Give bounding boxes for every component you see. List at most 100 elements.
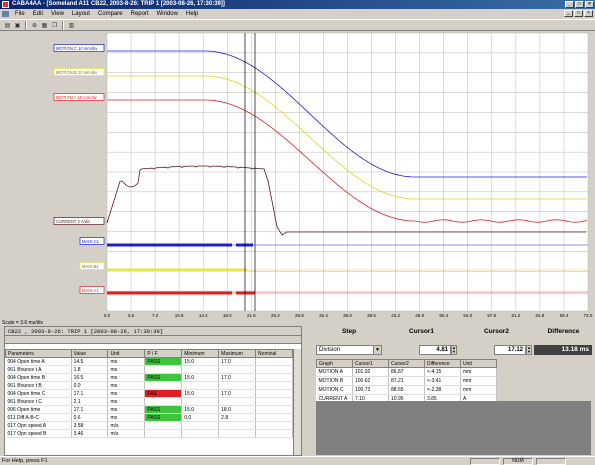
cursor-cell-c1: 101.02 [352, 367, 389, 377]
param-max: 17.0 [218, 357, 257, 366]
chart-icon[interactable]: ▥ [67, 21, 76, 30]
menu-file[interactable]: File [11, 11, 29, 17]
table-row[interactable]: MOTION B 100.62 87.21 <-3.41 mm [316, 376, 497, 386]
status-bar: For Help, press F1 NUM [0, 456, 595, 465]
save-icon[interactable]: ▣ [13, 21, 22, 30]
cursor-cell-unit: mm [460, 367, 497, 377]
x-tick-label: 25.2 [271, 313, 280, 318]
parameters-table: Parameters Value Unit P / F Minimum Maxi… [5, 349, 293, 438]
child-minimize-button[interactable]: _ [564, 10, 573, 17]
param-value: 14.5 [71, 357, 109, 366]
horizontal-scrollbar[interactable] [5, 336, 301, 344]
chevron-down-icon[interactable]: ▼ [373, 346, 381, 354]
col-difference[interactable]: Difference [424, 359, 461, 368]
table-row[interactable]: 061 Bounce t C 2.1 ms [5, 397, 293, 406]
child-restore-button[interactable]: □ [574, 10, 583, 17]
minimize-button[interactable]: _ [565, 1, 574, 8]
document-icon[interactable] [2, 11, 9, 17]
print-icon[interactable]: ▦ [40, 21, 49, 30]
param-pf: PASS [144, 413, 183, 422]
x-tick-label: 61.2 [511, 313, 520, 318]
param-value: 0.0 [71, 381, 109, 390]
col-unit[interactable]: Unit [460, 359, 497, 368]
param-min: 15.0 [181, 373, 220, 382]
x-tick-label: 50.4 [439, 313, 448, 318]
zoom-icon[interactable]: ⊕ [30, 21, 39, 30]
col-parameters[interactable]: Parameters [5, 349, 72, 358]
menu-edit[interactable]: Edit [29, 11, 47, 17]
param-label: Opn speed A [17, 422, 47, 429]
param-pf: PASS [144, 373, 183, 382]
param-name: 004 Open time A [5, 357, 72, 366]
cursor-cell-unit: mm [460, 376, 497, 386]
param-max [218, 381, 257, 390]
cursor1-input[interactable]: 4.81 [419, 345, 451, 355]
param-id: 061 [7, 366, 16, 373]
cursor2-spinner[interactable]: ▲ ▼ [526, 345, 532, 355]
x-tick-label: 57.6 [487, 313, 496, 318]
table-row[interactable]: 006 Open time 17.1 ms PASS 15.0 18.0 [5, 405, 293, 414]
col-cursor1[interactable]: Cursor1 [352, 359, 389, 368]
cursor-cell-graph: MOTION A [316, 367, 353, 377]
cursor-panel: Step Cursor1 Cursor2 Difference Division… [314, 326, 593, 456]
parameters-panel: CB22 , 2003-8-26: TRIP 1 [2003-08-26, 17… [4, 326, 302, 456]
empty-area [316, 401, 591, 455]
param-pf: PASS [144, 405, 183, 414]
col-pf[interactable]: P / F [144, 349, 183, 358]
table-row[interactable]: 004 Open time B 16.5 ms PASS 15.0 17.0 [5, 373, 293, 382]
maximize-button[interactable]: □ [575, 1, 584, 8]
col-value[interactable]: Value [70, 349, 109, 358]
table-row[interactable]: 004 Open time C 17.1 ms FAIL 15.0 17.0 [5, 389, 293, 398]
table-row[interactable]: 017 Opn speed A 3.58 m/s [5, 421, 293, 430]
cursor2-input[interactable]: 17.12 [494, 345, 526, 355]
step-value: Division [319, 347, 341, 353]
param-pf [144, 397, 183, 406]
col-unit[interactable]: Unit [107, 349, 146, 358]
x-tick-label: 14.4 [199, 313, 208, 318]
param-value: 17.1 [71, 405, 109, 414]
col-nominal[interactable]: Nominal [255, 349, 293, 358]
param-min [181, 421, 220, 430]
waveform-chart[interactable]: MOTION C 10 mm/div MOTION B 10 mm/div MOTI… [0, 31, 595, 320]
col-cursor2[interactable]: Cursor2 [388, 359, 425, 368]
col-graph[interactable]: Graph [316, 359, 353, 368]
menu-layout[interactable]: Layout [68, 11, 94, 17]
menu-report[interactable]: Report [127, 11, 153, 17]
col-minimum[interactable]: Minimum [181, 349, 220, 358]
menu-compare[interactable]: Compare [94, 11, 127, 17]
param-max [218, 429, 257, 438]
close-button[interactable]: × [585, 1, 594, 8]
menu-view[interactable]: View [47, 11, 68, 17]
table-row[interactable]: 004 Open time A 14.5 ms PASS 15.0 17.0 [5, 357, 293, 366]
x-tick-label: 64.8 [536, 313, 545, 318]
table-row[interactable]: MOTION A 101.02 86.87 <-4.15 mm [316, 367, 497, 377]
menu-help[interactable]: Help [182, 11, 202, 17]
x-tick-label: 3.6 [128, 313, 135, 318]
chart-area[interactable]: MOTION C 10 mm/div MOTION B 10 mm/div MOTI… [0, 31, 595, 320]
x-tick-label: 32.4 [319, 313, 328, 318]
child-close-button[interactable]: × [584, 10, 593, 17]
param-name: 006 Open time [5, 405, 72, 414]
col-maximum[interactable]: Maximum [218, 349, 257, 358]
param-max [218, 397, 257, 406]
cursor1-spinner[interactable]: ▲ ▼ [451, 345, 457, 355]
param-unit: ms [107, 373, 146, 382]
menu-window[interactable]: Window [153, 11, 182, 17]
param-value: 3.58 [71, 421, 109, 430]
vertical-scrollbar[interactable] [293, 349, 301, 455]
table-row[interactable]: MOTION C 100.73 88.65 <-2.38 mm [316, 385, 497, 395]
copy-icon[interactable]: ❐ [50, 21, 59, 30]
param-name: 061 Bounce t C [5, 397, 72, 406]
table-row[interactable]: 061 Bounce t B 0.0 ms [5, 381, 293, 390]
table-row[interactable]: 011 Diff A-B-C 0.6 ms PASS 0.0 2.8 [5, 413, 293, 422]
param-unit: ms [107, 357, 146, 366]
open-icon[interactable]: ▤ [3, 21, 12, 30]
step-select[interactable]: Division ▼ [316, 345, 382, 355]
difference-label: Difference [547, 328, 580, 335]
param-min: 0.0 [181, 413, 220, 422]
param-name: 004 Open time C [5, 389, 72, 398]
table-row[interactable]: 017 Opn speed B 3.46 m/s [5, 429, 293, 438]
param-value: 1.8 [71, 365, 109, 374]
table-row[interactable]: 061 Bounce t A 1.8 ms [5, 365, 293, 374]
param-nom [255, 389, 293, 398]
